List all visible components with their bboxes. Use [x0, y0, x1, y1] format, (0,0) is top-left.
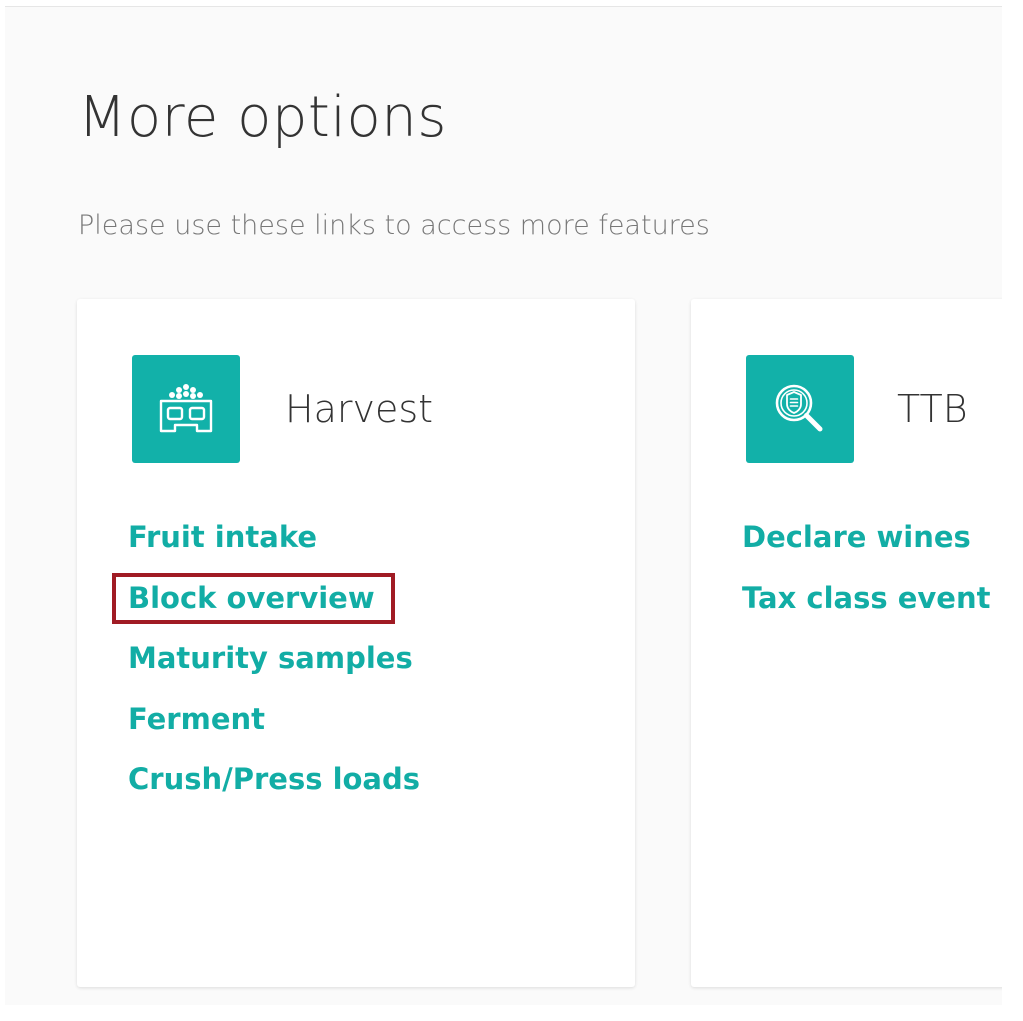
block-overview-link[interactable]: Block overview: [112, 572, 395, 624]
search-document-icon: [746, 355, 854, 463]
ttb-links: Declare wines Tax class event h: [740, 515, 1002, 636]
ttb-card: TTB Declare wines Tax class event h: [691, 299, 1002, 987]
ttb-card-title: TTB: [897, 387, 968, 431]
ferment-link[interactable]: Ferment: [126, 697, 267, 741]
tax-class-event-link[interactable]: Tax class event h: [740, 576, 1002, 620]
harvest-bin-icon: [132, 355, 240, 463]
crush-press-loads-link[interactable]: Crush/Press loads: [126, 757, 422, 801]
more-options-page: More options Please use these links to a…: [5, 6, 1002, 1005]
harvest-card: Harvest Fruit intake Block overview Matu…: [77, 299, 635, 987]
fruit-intake-link[interactable]: Fruit intake: [126, 515, 319, 559]
maturity-samples-link[interactable]: Maturity samples: [126, 636, 415, 680]
harvest-links: Fruit intake Block overview Maturity sam…: [112, 515, 422, 818]
page-subtitle: Please use these links to access more fe…: [78, 210, 710, 241]
page-title: More options: [78, 85, 447, 150]
harvest-card-title: Harvest: [285, 387, 434, 431]
declare-wines-link[interactable]: Declare wines: [740, 515, 973, 559]
